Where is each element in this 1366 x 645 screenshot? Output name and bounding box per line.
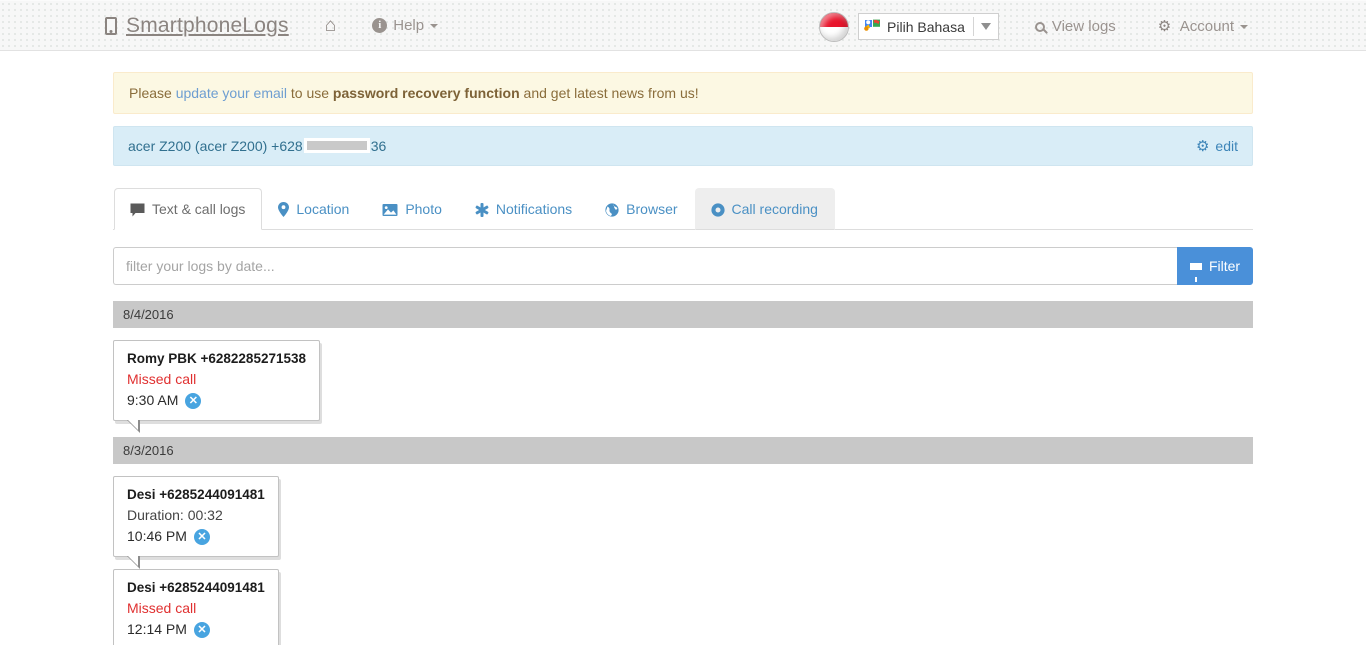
- smartphone-icon: [105, 16, 117, 35]
- call-status: Duration: 00:32: [127, 507, 223, 523]
- tab-label: Browser: [626, 201, 678, 217]
- language-selected-label: Pilih Bahasa: [887, 18, 965, 35]
- globe-icon: [605, 202, 619, 217]
- email-update-alert: Please update your email to use password…: [113, 72, 1253, 114]
- tab-browser[interactable]: Browser: [589, 188, 694, 230]
- account-dropdown[interactable]: ⚙ Account: [1148, 2, 1258, 52]
- log-date-header: 8/3/2016: [113, 437, 1253, 464]
- chevron-down-icon: [430, 23, 439, 28]
- navbar-right-group: Pilih Bahasa View logs ⚙ Account: [819, 1, 1258, 52]
- alert-suffix: and get latest news from us!: [519, 85, 699, 101]
- device-label-start: acer Z200 (acer Z200) +628: [128, 137, 303, 154]
- top-navbar: SmartphoneLogs ⌂ i Help Pilih Bahasa Vie…: [0, 0, 1366, 51]
- call-time-row: 9:30 AM ✕: [127, 390, 306, 411]
- gear-icon: ⚙: [1195, 138, 1210, 155]
- tab-location[interactable]: Location: [262, 188, 366, 230]
- filter-bar: Filter: [113, 247, 1253, 285]
- device-info-bar: acer Z200 (acer Z200) +628 36 ⚙ edit: [113, 126, 1253, 166]
- log-entry-list: Desi +6285244091481 Missed call 12:14 PM…: [113, 557, 1253, 645]
- call-time-row: 12:14 PM ✕: [127, 619, 265, 640]
- call-time-row: 10:46 PM ✕: [127, 526, 265, 547]
- call-status: Missed call: [127, 600, 197, 616]
- delete-circle-icon[interactable]: ✕: [193, 621, 210, 638]
- device-label-end: 36: [370, 137, 387, 154]
- call-status: Missed call: [127, 371, 197, 387]
- tab-call-recording[interactable]: Call recording: [694, 188, 835, 230]
- record-circle-icon: [710, 202, 725, 217]
- contact-name: Desi +6285244091481: [127, 580, 265, 595]
- log-entry-list: Desi +6285244091481 Duration: 00:32 10:4…: [113, 464, 1253, 569]
- view-logs-label: View logs: [1051, 18, 1116, 35]
- tab-label: Call recording: [731, 201, 818, 217]
- home-button[interactable]: ⌂: [315, 1, 346, 51]
- update-email-link[interactable]: update your email: [176, 85, 287, 101]
- help-dropdown[interactable]: i Help: [362, 1, 448, 51]
- tab-photo[interactable]: Photo: [366, 188, 459, 230]
- call-log-entry[interactable]: Desi +6285244091481 Missed call 12:14 PM…: [113, 569, 279, 645]
- navbar-left-group: SmartphoneLogs ⌂ i Help: [105, 1, 448, 51]
- delete-circle-icon[interactable]: ✕: [193, 528, 210, 545]
- logs-tab-bar: Text & call logs Location Photo Notifica…: [113, 188, 1253, 230]
- filter-button[interactable]: Filter: [1177, 247, 1253, 285]
- edit-label: edit: [1215, 138, 1238, 154]
- contact-name: Desi +6285244091481: [127, 487, 265, 502]
- account-label: Account: [1179, 18, 1234, 35]
- google-translate-icon: [864, 19, 881, 34]
- search-icon: [1034, 21, 1045, 32]
- tab-notifications[interactable]: Notifications: [459, 188, 589, 230]
- delete-circle-icon[interactable]: ✕: [185, 392, 202, 409]
- alert-mid: to use: [287, 85, 333, 101]
- asterisk-icon: [475, 202, 489, 217]
- info-icon: i: [372, 18, 388, 33]
- log-date-header: 8/4/2016: [113, 301, 1253, 328]
- help-label: Help: [393, 17, 425, 34]
- alert-prefix: Please: [129, 85, 176, 101]
- funnel-icon: [1189, 262, 1202, 282]
- picture-icon: [382, 203, 398, 217]
- chevron-down-icon: [1240, 24, 1248, 29]
- indonesia-flag-icon: [819, 11, 850, 42]
- alert-bold: password recovery function: [332, 85, 520, 101]
- page-container: Please update your email to use password…: [113, 72, 1253, 645]
- language-dropdown-arrow[interactable]: [974, 14, 998, 39]
- contact-name: Romy PBK +6282285271538: [127, 351, 307, 366]
- call-time: 10:46 PM: [127, 528, 187, 544]
- edit-device-button[interactable]: ⚙ edit: [1196, 137, 1238, 155]
- call-time: 9:30 AM: [127, 392, 179, 408]
- comment-icon: [130, 203, 145, 217]
- brand-name: SmartphoneLogs: [126, 13, 289, 37]
- tab-label: Text & call logs: [152, 201, 246, 217]
- brand-logo[interactable]: SmartphoneLogs: [105, 14, 289, 38]
- call-time: 12:14 PM: [127, 621, 187, 637]
- log-entry-list: Romy PBK +6282285271538 Missed call 9:30…: [113, 328, 1253, 433]
- gear-icon: ⚙: [1157, 18, 1172, 35]
- view-logs-button[interactable]: View logs: [1025, 2, 1126, 52]
- home-icon: ⌂: [324, 14, 337, 36]
- language-select[interactable]: Pilih Bahasa: [858, 13, 999, 40]
- call-log-entry[interactable]: Romy PBK +6282285271538 Missed call 9:30…: [113, 340, 321, 433]
- tab-label: Photo: [405, 201, 442, 217]
- filter-button-label: Filter: [1208, 258, 1241, 274]
- redaction-block: [303, 138, 370, 154]
- tab-text-call-logs[interactable]: Text & call logs: [114, 188, 263, 230]
- map-marker-icon: [278, 202, 290, 217]
- tab-label: Notifications: [495, 201, 573, 217]
- filter-input[interactable]: [113, 247, 1177, 285]
- tab-label: Location: [296, 201, 350, 217]
- call-log-entry[interactable]: Desi +6285244091481 Duration: 00:32 10:4…: [113, 476, 279, 569]
- device-name: acer Z200 (acer Z200) +628 36: [128, 138, 386, 155]
